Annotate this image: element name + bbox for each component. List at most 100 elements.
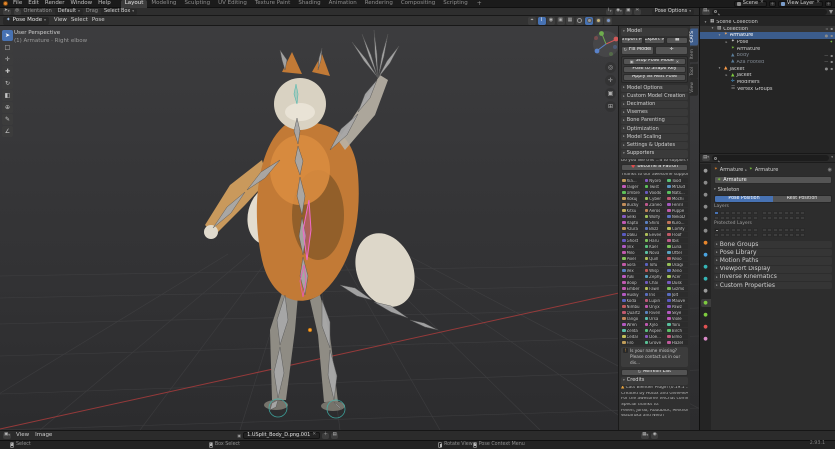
supporter-chip[interactable]: Nimbu <box>621 304 643 309</box>
supporter-chip[interactable]: Puppe <box>666 208 688 213</box>
supporter-chip[interactable]: Yoru <box>666 322 688 327</box>
visibility-toggles[interactable]: ●▪ <box>825 67 833 71</box>
properties-search[interactable] <box>712 155 829 161</box>
new-scene-button[interactable]: ＋ <box>769 1 776 7</box>
supporter-chip[interactable]: Sora <box>621 262 643 267</box>
tool-button-cursor-tool[interactable]: ✛ <box>2 54 13 65</box>
supporter-chip[interactable]: Nyoro <box>644 178 666 183</box>
layer-cell[interactable] <box>725 228 730 233</box>
layer-cell[interactable] <box>747 228 752 233</box>
outliner-row[interactable]: ▾ ▦ Scene Collection <box>700 19 835 26</box>
pivot-point-icon[interactable]: ▣ <box>625 9 632 15</box>
layer-cell[interactable] <box>800 216 805 221</box>
image-editor-menu-item[interactable]: Image <box>33 433 54 439</box>
properties-tab-particles[interactable]: ● <box>701 263 711 271</box>
supporter-chip[interactable]: Blizz <box>644 226 666 231</box>
supporter-chip[interactable]: Daku <box>621 232 643 237</box>
scene-selector[interactable]: Scene ✕ <box>734 1 767 7</box>
layer-cell[interactable] <box>789 233 794 238</box>
sidebar-tab[interactable]: View <box>690 79 698 96</box>
layer-cell[interactable] <box>762 211 767 216</box>
shading-solid-icon[interactable] <box>585 17 593 25</box>
supporter-chip[interactable]: Chai <box>644 280 666 285</box>
outliner-row[interactable]: ✛ Modifiers <box>700 79 835 86</box>
supporter-chip[interactable]: Wisp <box>644 268 666 273</box>
properties-tab-scene[interactable]: ● <box>701 215 711 223</box>
layer-cell[interactable] <box>767 211 772 216</box>
image-datablock-name[interactable]: 1.USplit_Body_D.png.001✕ <box>243 432 320 439</box>
layer-cell[interactable] <box>778 228 783 233</box>
supporter-chip[interactable]: Haru <box>644 238 666 243</box>
properties-editor-icon[interactable]: ▤▾ <box>702 155 710 161</box>
layer-cell[interactable] <box>800 233 805 238</box>
overlays-toggle-icon[interactable]: ▣ <box>557 17 565 25</box>
workspace-tab[interactable]: Rendering <box>361 0 397 8</box>
layer-cell[interactable] <box>784 233 789 238</box>
supporter-chip[interactable]: Jolt <box>666 292 688 297</box>
properties-tab-texture[interactable]: ● <box>701 335 711 343</box>
supporter-chip[interactable]: Quartz <box>621 310 643 315</box>
supporter-chip[interactable]: Kael <box>644 244 666 249</box>
layer-cell[interactable] <box>753 228 758 233</box>
camera-icon[interactable]: ▪ <box>830 34 833 38</box>
layer-cell[interactable] <box>747 233 752 238</box>
layer-cell[interactable] <box>747 211 752 216</box>
supporter-chip[interactable]: Lupin <box>644 298 666 303</box>
properties-tab-physics[interactable]: ● <box>701 275 711 283</box>
tool-button-move-tool[interactable]: ✚ <box>2 66 13 77</box>
layer-cell[interactable] <box>767 233 772 238</box>
layer-cell[interactable] <box>795 211 800 216</box>
filter-icon[interactable] <box>829 10 833 14</box>
properties-panel-header[interactable]: ▸Viewport Display <box>714 266 832 273</box>
sidebar-panel-header[interactable]: ▸Settings & Updates <box>621 142 688 149</box>
fix-model-button[interactable]: ↻Fix Model <box>621 46 654 55</box>
view-layer-selector[interactable]: View Layer ✕ <box>778 1 823 7</box>
supporter-chip[interactable]: Acer <box>666 274 688 279</box>
supporter-chip[interactable]: Wolfy <box>644 214 666 219</box>
supporter-chip[interactable]: Husky <box>621 292 643 297</box>
image-editor-icon[interactable]: ▣▾ <box>3 433 11 439</box>
layer-cell[interactable] <box>714 211 719 216</box>
supporter-chip[interactable]: Umbre <box>621 190 643 195</box>
layer-cell[interactable] <box>795 233 800 238</box>
supporter-chip[interactable]: Hazel <box>666 340 688 345</box>
refresh-list-button[interactable]: ↻Refresh List <box>621 369 688 376</box>
sidebar-panel-header[interactable]: ▸Decimation <box>621 101 688 108</box>
unlink-image-icon[interactable]: ✕ <box>312 433 316 438</box>
properties-tab-constraints[interactable]: ● <box>701 287 711 295</box>
supporter-chip[interactable]: Dusk <box>666 280 688 285</box>
layer-cell[interactable] <box>742 211 747 216</box>
supporter-chip[interactable]: Nats... <box>666 190 688 195</box>
properties-panel-header[interactable]: ▸Pose Library <box>714 249 832 256</box>
workspace-tab[interactable]: Texture Paint <box>251 0 295 8</box>
supporter-chip[interactable]: Firo <box>621 340 643 345</box>
visibility-toggles[interactable]: ▫▪ <box>826 27 833 31</box>
blender-logo-icon[interactable] <box>3 1 8 6</box>
new-view-layer-button[interactable]: ＋ <box>825 1 832 7</box>
armature-name-field[interactable]: ✶ Armature <box>714 176 832 184</box>
supporter-chip[interactable]: Riven <box>644 310 666 315</box>
sidebar-tab[interactable]: Tool <box>690 64 698 79</box>
supporter-chip[interactable]: Fawn <box>644 286 666 291</box>
layer-cell[interactable] <box>742 216 747 221</box>
workspace-tab[interactable]: UV Editing <box>214 0 251 8</box>
supporter-chip[interactable]: Aeros <box>644 208 666 213</box>
breadcrumb-data[interactable]: Armature <box>755 168 778 173</box>
supporter-chip[interactable]: Xylo <box>644 322 666 327</box>
outliner-row[interactable]: ▸ ✦ Pose ✦ <box>700 39 835 46</box>
supporter-chip[interactable]: Ghost <box>621 238 643 243</box>
supporter-chip[interactable]: Tofu <box>644 262 666 267</box>
layer-cell[interactable] <box>773 228 778 233</box>
sidebar-panel-header[interactable]: ▸Model Options <box>621 85 688 92</box>
workspace-tab[interactable]: Animation <box>325 0 361 8</box>
properties-search-input[interactable] <box>719 156 827 161</box>
layer-cell[interactable] <box>731 211 736 216</box>
outliner-search[interactable] <box>712 9 827 15</box>
camera-icon[interactable]: ▪ <box>830 27 833 31</box>
mode-dropdown[interactable]: ✦Pose Mode▾ <box>3 17 49 25</box>
supporter-chip[interactable]: Aspen <box>644 328 666 333</box>
pose-to-shape-key-button[interactable]: Pose to Shape Key <box>623 66 686 73</box>
supporter-chip[interactable]: Floof <box>666 232 688 237</box>
expander-icon[interactable]: ▾ <box>717 34 722 38</box>
supporter-chip[interactable]: Zephy <box>644 274 666 279</box>
